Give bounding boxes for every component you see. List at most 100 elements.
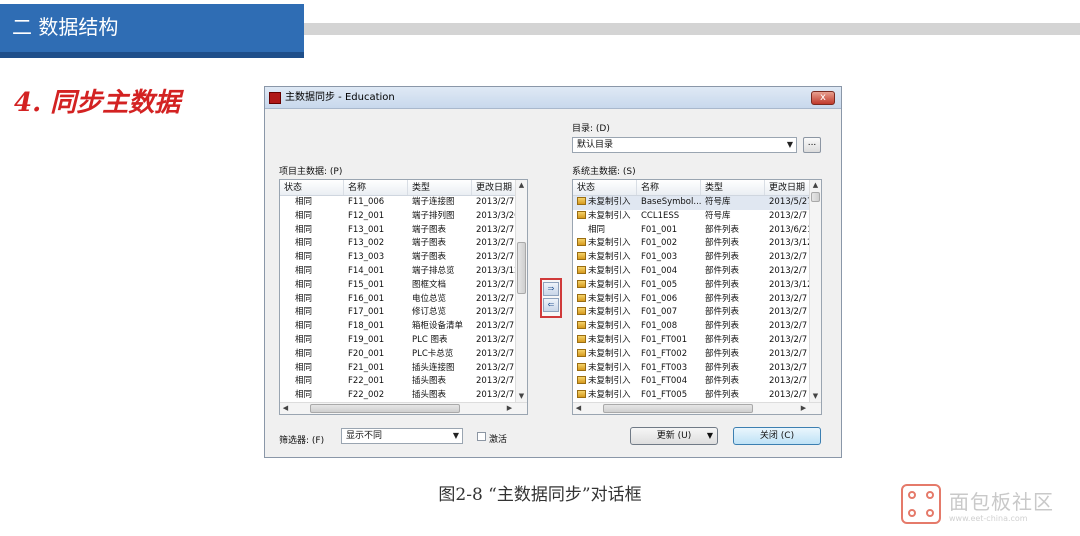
copy-to-project-button[interactable]: ⇒: [543, 282, 559, 296]
table-row[interactable]: 相同 F22_001 插头图表 2013/2/7 .: [280, 375, 527, 389]
table-row[interactable]: 相同 F21_001 插头连接图 2013/2/7 .: [280, 362, 527, 376]
table-row[interactable]: 相同 F17_001 修订总览 2013/2/7 .: [280, 306, 527, 320]
table-row[interactable]: 相同 F16_001 电位总览 2013/2/7 .: [280, 293, 527, 307]
column-header[interactable]: 更改日期: [765, 180, 811, 195]
scroll-left-icon[interactable]: ◀: [573, 403, 584, 414]
directory-value: 默认目录: [577, 140, 614, 150]
table-row[interactable]: 未复制引入 F01_006 部件列表 2013/2/7 .: [573, 293, 821, 307]
table-row[interactable]: 未复制引入 BaseSymbol... 符号库 2013/5/27: [573, 196, 821, 210]
scroll-thumb[interactable]: [603, 404, 753, 413]
cell-text: F22_002: [348, 390, 385, 401]
table-cell: 2013/3/12: [472, 265, 517, 279]
table-row[interactable]: 未复制引入 F01_002 部件列表 2013/3/12: [573, 237, 821, 251]
cell-text: 2013/3/12: [769, 279, 811, 290]
cell-text: 未复制引入: [588, 321, 631, 332]
cell-text: 2013/2/7 .: [476, 307, 517, 318]
table-row[interactable]: 相同 F11_006 端子连接图 2013/2/7 .: [280, 196, 527, 210]
cell-text: 未复制引入: [588, 238, 631, 249]
table-cell: 部件列表: [701, 334, 765, 348]
filter-select[interactable]: 显示不同 ▼: [341, 428, 463, 444]
table-row[interactable]: 相同 F22_002 插头图表 2013/2/7 .: [280, 389, 527, 403]
chevron-down-icon[interactable]: ▼: [707, 428, 713, 444]
close-window-button[interactable]: x: [811, 91, 835, 105]
vertical-scrollbar[interactable]: ▲ ▼: [809, 180, 821, 402]
table-row[interactable]: 未复制引入 F01_008 部件列表 2013/2/7 .: [573, 320, 821, 334]
slide: 二 数据结构 4. 同步主数据 主数据同步 - Education x 目录: …: [0, 0, 1080, 536]
table-row[interactable]: 未复制引入 F01_FT005 部件列表 2013/2/7 .: [573, 389, 821, 403]
column-header[interactable]: 名称: [637, 180, 701, 195]
column-header[interactable]: 类型: [408, 180, 472, 195]
table-row[interactable]: 相同 F15_001 图框文档 2013/2/7 .: [280, 279, 527, 293]
table-row[interactable]: 相同 F14_001 端子排总览 2013/3/12: [280, 265, 527, 279]
horizontal-scrollbar[interactable]: ◀ ▶: [573, 402, 821, 414]
table-cell: 2013/2/7 .: [472, 320, 517, 334]
table-cell: 相同: [280, 348, 344, 362]
close-button[interactable]: 关闭 (C): [733, 427, 821, 445]
table-cell: F13_002: [344, 237, 408, 251]
browse-button[interactable]: ...: [803, 137, 821, 153]
table-row[interactable]: 相同 F18_001 箱柜设备清单 2013/2/7 .: [280, 320, 527, 334]
table-row[interactable]: 未复制引入 F01_007 部件列表 2013/2/7 .: [573, 306, 821, 320]
table-cell: 修订总览: [408, 306, 472, 320]
cell-text: 部件列表: [705, 252, 740, 263]
table-row[interactable]: 相同 F13_003 端子图表 2013/2/7 .: [280, 251, 527, 265]
scroll-down-icon[interactable]: ▼: [516, 391, 527, 402]
column-header[interactable]: 状态: [280, 180, 344, 195]
watermark: 面包板社区 www.eet-china.com: [901, 484, 1079, 530]
table-row[interactable]: 未复制引入 F01_FT001 部件列表 2013/2/7 .: [573, 334, 821, 348]
table-row[interactable]: 未复制引入 F01_004 部件列表 2013/2/7 .: [573, 265, 821, 279]
scroll-thumb[interactable]: [310, 404, 460, 413]
cell-text: 2013/2/7 .: [476, 348, 517, 359]
table-cell: F17_001: [344, 306, 408, 320]
copy-to-system-button[interactable]: ⇐: [543, 298, 559, 312]
horizontal-scrollbar[interactable]: ◀ ▶: [280, 402, 527, 414]
table-row[interactable]: 未复制引入 F01_005 部件列表 2013/3/12: [573, 279, 821, 293]
cell-text: F01_FT005: [641, 390, 688, 401]
column-header[interactable]: 更改日期: [472, 180, 517, 195]
scroll-up-icon[interactable]: ▲: [810, 180, 821, 191]
scroll-down-icon[interactable]: ▼: [810, 391, 821, 402]
directory-select[interactable]: 默认目录 ▼: [572, 137, 797, 153]
scroll-right-icon[interactable]: ▶: [504, 403, 515, 414]
vertical-scrollbar[interactable]: ▲ ▼: [515, 180, 527, 402]
table-row[interactable]: 相同 F12_001 端子排列图 2013/3/26: [280, 210, 527, 224]
table-row[interactable]: 相同 F19_001 PLC 图表 2013/2/7 .: [280, 334, 527, 348]
table-cell: PLC 图表: [408, 334, 472, 348]
project-data-table[interactable]: 状态 名称 类型 更改日期 相同 F11_006 端子连接图 2013/2/7 . 相同…: [279, 179, 528, 415]
table-cell: 2013/2/7 .: [765, 293, 811, 307]
system-data-table[interactable]: 状态 名称 类型 更改日期 未复制引入 BaseSymbol... 符号库 2013/…: [572, 179, 822, 415]
activate-checkbox[interactable]: [477, 432, 486, 441]
table-cell: 2013/2/7 .: [765, 306, 811, 320]
table-row[interactable]: 未复制引入 F01_FT004 部件列表 2013/2/7 .: [573, 375, 821, 389]
scroll-thumb[interactable]: [517, 242, 526, 294]
table-cell: 未复制引入: [573, 210, 637, 224]
table-cell: F01_FT001: [637, 334, 701, 348]
table-row[interactable]: 未复制引入 F01_003 部件列表 2013/2/7 .: [573, 251, 821, 265]
table-row[interactable]: 未复制引入 CCL1ESS 符号库 2013/2/7 .: [573, 210, 821, 224]
cell-text: 2013/2/7 .: [476, 252, 517, 263]
table-row[interactable]: 未复制引入 F01_FT002 部件列表 2013/2/7 .: [573, 348, 821, 362]
cell-text: 端子图表: [412, 252, 447, 263]
table-cell: F01_006: [637, 293, 701, 307]
table-row[interactable]: 相同 F20_001 PLC卡总览 2013/2/7 .: [280, 348, 527, 362]
table-header: 状态 名称 类型 更改日期: [573, 180, 821, 196]
table-row[interactable]: 相同 F13_001 端子图表 2013/2/7 .: [280, 224, 527, 238]
scroll-right-icon[interactable]: ▶: [798, 403, 809, 414]
scroll-up-icon[interactable]: ▲: [516, 180, 527, 191]
scroll-left-icon[interactable]: ◀: [280, 403, 291, 414]
column-header[interactable]: 名称: [344, 180, 408, 195]
table-row[interactable]: 相同 F01_001 部件列表 2013/6/21: [573, 224, 821, 238]
table-cell: 相同: [280, 389, 344, 403]
column-header[interactable]: 类型: [701, 180, 765, 195]
table-row[interactable]: 未复制引入 F01_FT003 部件列表 2013/2/7 .: [573, 362, 821, 376]
section-tab: 二 数据结构: [0, 4, 304, 58]
update-button[interactable]: 更新 (U) ▼: [630, 427, 718, 445]
watermark-url: www.eet-china.com: [949, 514, 1028, 523]
folder-icon: [577, 334, 586, 343]
cell-text: 2013/2/7 .: [476, 321, 517, 332]
scroll-thumb[interactable]: [811, 192, 820, 202]
column-header[interactable]: 状态: [573, 180, 637, 195]
cell-text: 2013/2/7 .: [476, 197, 517, 207]
table-row[interactable]: 相同 F13_002 端子图表 2013/2/7 .: [280, 237, 527, 251]
table-cell: 未复制引入: [573, 293, 637, 307]
